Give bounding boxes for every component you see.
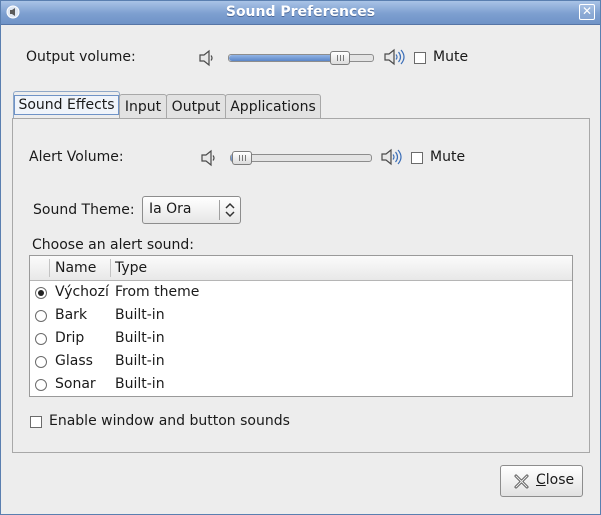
enable-sounds-checkbox[interactable] [30, 416, 42, 428]
output-volume-fill [229, 55, 341, 61]
enable-sounds-label[interactable]: Enable window and button sounds [49, 413, 290, 429]
sound-radio[interactable] [35, 310, 47, 322]
sound-radio[interactable] [35, 356, 47, 368]
sound-name: Výchozí [55, 284, 109, 300]
alert-volume-label: Alert Volume: [29, 149, 124, 165]
sound-theme-value: Ia Ora [149, 201, 192, 217]
alert-sound-list[interactable]: Name Type Výchozí From theme Bark Built-… [29, 255, 573, 397]
title-bar[interactable]: Sound Preferences ✕ [1, 1, 600, 25]
list-item[interactable]: Glass Built-in [30, 350, 572, 373]
sound-theme-label: Sound Theme: [33, 202, 135, 218]
speaker-low-icon [201, 149, 215, 167]
tab-sound-effects[interactable]: Sound Effects [13, 91, 120, 120]
close-button-label: Close [536, 472, 575, 488]
sound-name: Glass [55, 353, 93, 369]
sound-type: Built-in [115, 330, 165, 346]
tab-output[interactable]: Output [166, 94, 226, 119]
close-x-icon [514, 474, 529, 489]
output-volume-slider[interactable] [228, 54, 374, 62]
speaker-high-icon [381, 148, 402, 166]
list-item[interactable]: Sonar Built-in [30, 373, 572, 396]
column-header-type[interactable]: Type [115, 260, 147, 276]
window-title: Sound Preferences [225, 4, 376, 20]
output-mute-checkbox[interactable] [414, 52, 426, 64]
speaker-high-icon [384, 48, 405, 66]
close-button[interactable]: Close [500, 465, 583, 497]
alert-mute-label[interactable]: Mute [430, 149, 465, 165]
sound-type: From theme [115, 284, 200, 300]
sound-name: Drip [55, 330, 85, 346]
sound-name: Sonar [55, 376, 96, 392]
output-volume-handle[interactable] [330, 51, 350, 65]
sound-radio[interactable] [35, 379, 47, 391]
tab-applications[interactable]: Applications [225, 94, 321, 119]
sound-preferences-window: Sound Preferences ✕ Output volume: Mute … [0, 0, 601, 515]
tab-input[interactable]: Input [119, 94, 167, 119]
output-volume-label: Output volume: [26, 49, 136, 65]
list-item[interactable]: Drip Built-in [30, 327, 572, 350]
list-item[interactable]: Výchozí From theme [30, 281, 572, 304]
output-mute-label[interactable]: Mute [433, 49, 468, 65]
sound-type: Built-in [115, 353, 165, 369]
alert-volume-handle[interactable] [232, 151, 252, 165]
updown-arrows-icon [225, 202, 235, 218]
sound-radio[interactable] [35, 287, 47, 299]
combo-separator [219, 200, 220, 220]
choose-alert-label: Choose an alert sound: [32, 237, 195, 253]
sound-radio[interactable] [35, 333, 47, 345]
column-header-name[interactable]: Name [55, 260, 96, 276]
sound-theme-combo[interactable]: Ia Ora [142, 196, 241, 224]
sound-type: Built-in [115, 307, 165, 323]
speaker-low-icon [199, 49, 213, 67]
list-header: Name Type [30, 256, 572, 281]
sound-type: Built-in [115, 376, 165, 392]
list-item[interactable]: Bark Built-in [30, 304, 572, 327]
window-close-button[interactable]: ✕ [579, 4, 595, 20]
alert-mute-checkbox[interactable] [411, 152, 423, 164]
sound-name: Bark [55, 307, 88, 323]
